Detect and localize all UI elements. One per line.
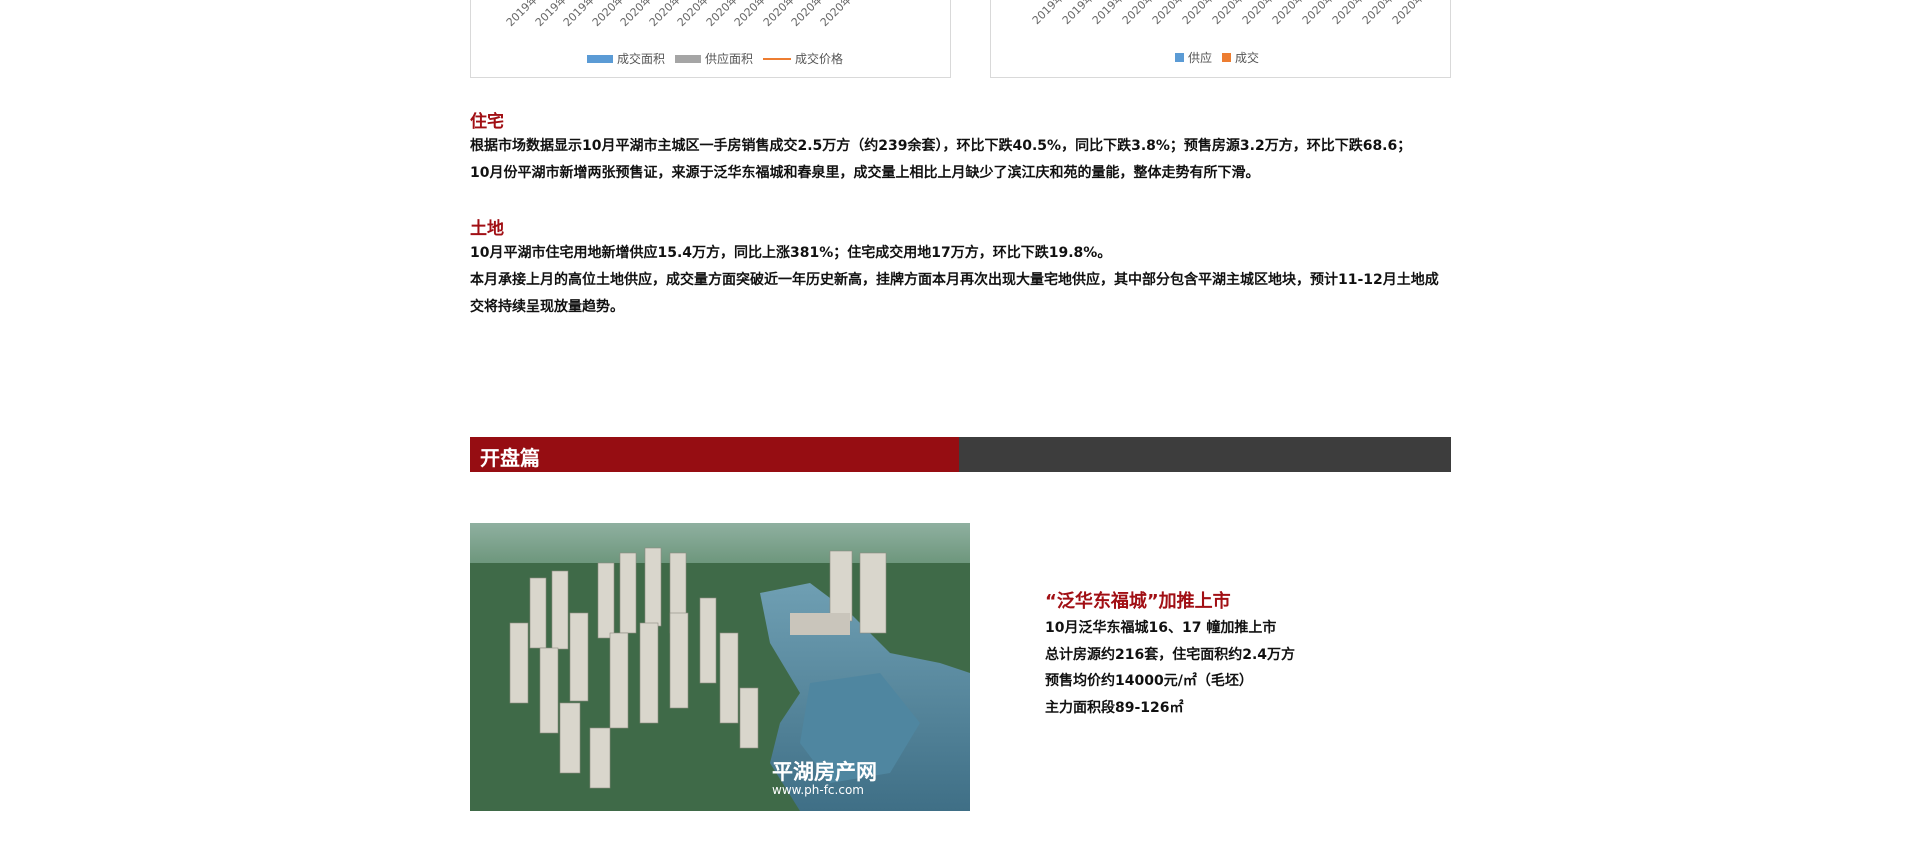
legend-label: 成交面积 xyxy=(617,52,666,66)
legend-swatch xyxy=(763,57,792,60)
section-banner: 开盘篇 xyxy=(470,437,1451,472)
land-text: 10月平湖市住宅用地新增供应15.4万方，同比上涨381%；住宅成交用地17万方… xyxy=(470,240,1450,321)
legend-swatch xyxy=(1222,53,1232,62)
legend-swatch xyxy=(587,54,613,63)
project-detail: 10月泛华东福城16、17 幢加推上市 xyxy=(1045,620,1277,636)
section-banner-title: 开盘篇 xyxy=(480,446,540,470)
legend-label: 供应 xyxy=(1188,51,1213,65)
residential-line: 根据市场数据显示10月平湖市主城区一手房销售成交2.5万方（约239余套），环比… xyxy=(470,138,1412,154)
legend-swatch xyxy=(675,54,702,63)
residential-line: 10月份平湖市新增两张预售证，来源于泛华东福城和春泉里，成交量上相比上月缺少了滨… xyxy=(470,165,1260,181)
chart-card-supply-transaction: 2019年 2019年 2019年 2020年 2020年 2020年 2020年 2020年… xyxy=(470,0,951,78)
x-tick-label: 2020年 xyxy=(1389,0,1427,28)
aerial-city-illustration xyxy=(470,523,970,811)
project-detail: 预售均价约14000元/㎡（毛坯） xyxy=(1045,673,1253,689)
residential-heading: 住宅 xyxy=(470,112,504,132)
legend-label: 成交价格 xyxy=(795,52,844,66)
watermark-url: www.ph-fc.com xyxy=(772,783,864,797)
watermark-name: 平湖房产网 xyxy=(772,760,877,784)
residential-text: 根据市场数据显示10月平湖市主城区一手房销售成交2.5万方（约239余套），环比… xyxy=(470,133,1450,187)
legend-label: 成交 xyxy=(1235,51,1260,65)
chart-legend: 成交面积 供应面积 成交价格 xyxy=(587,50,849,67)
project-title: “泛华东福城”加推上市 xyxy=(1045,591,1231,612)
land-heading: 土地 xyxy=(470,219,504,239)
chart-legend: 供应 成交 xyxy=(1175,49,1265,66)
project-detail: 主力面积段89-126㎡ xyxy=(1045,700,1184,716)
project-detail: 总计房源约216套，住宅面积约2.4万方 xyxy=(1045,647,1296,663)
section-banner-accent: 开盘篇 xyxy=(470,437,959,472)
legend-label: 供应面积 xyxy=(705,52,754,66)
land-line: 10月平湖市住宅用地新增供应15.4万方，同比上涨381%；住宅成交用地17万方… xyxy=(470,245,1112,261)
project-rendering-image: 平湖房产网 www.ph-fc.com xyxy=(470,523,970,811)
land-line: 本月承接上月的高位土地供应，成交量方面突破近一年历史新高，挂牌方面本月再次出现大… xyxy=(470,272,1439,315)
legend-swatch xyxy=(1175,53,1184,62)
chart-card-supply-vs-deal: 2019年 2019年 2019年 2020年 2020年 2020年 2020年 2020年… xyxy=(990,0,1451,78)
